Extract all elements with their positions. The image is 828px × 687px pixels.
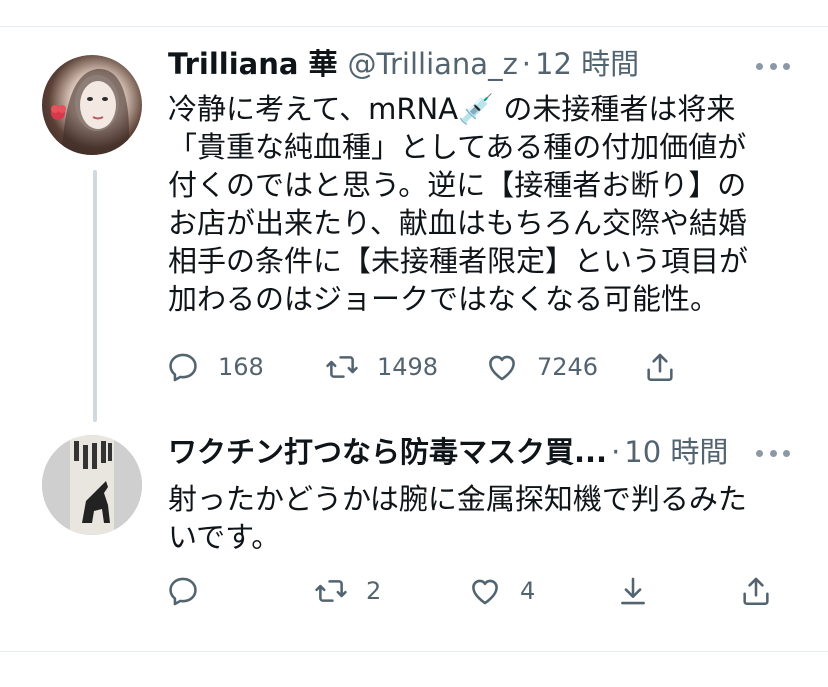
download-icon (621, 577, 645, 605)
reply-button[interactable] (166, 574, 200, 608)
display-name[interactable]: ワクチン打つなら防毒マスク買... (168, 434, 607, 470)
tweet-text-line: 「貴重な純血種」としてある種の付加価値が (168, 130, 747, 164)
timestamp[interactable]: 12 時間 (535, 46, 639, 82)
retweet-button[interactable]: 1498 (325, 350, 438, 384)
avatar[interactable] (42, 55, 142, 155)
like-button[interactable]: 7246 (485, 350, 598, 384)
share-icon (647, 353, 673, 382)
retweet-icon (315, 580, 347, 602)
avatar-talisman-icon (42, 435, 142, 535)
tweet-text: 射ったかどうかは腕に金属探知機で判るみた いです。 (168, 480, 747, 556)
tweet-text-line: 付くのではと思う。逆に【接種者お断り】の (168, 168, 747, 202)
retweet-icon (326, 356, 358, 378)
download-button[interactable] (616, 574, 650, 608)
reply-button[interactable]: 168 (166, 350, 264, 384)
share-button[interactable] (739, 574, 773, 608)
bottom-divider (0, 651, 828, 652)
like-icon (489, 355, 515, 381)
separator-dot: · (521, 47, 532, 81)
retweet-count: 2 (366, 577, 382, 605)
tweet-actions: 2 4 (0, 574, 828, 614)
top-divider (0, 26, 828, 27)
user-handle[interactable]: @Trilliana_z (348, 46, 518, 82)
share-button[interactable] (643, 350, 677, 384)
more-options-icon[interactable] (756, 447, 790, 459)
separator-dot: · (611, 435, 621, 469)
tweet-header: ワクチン打つなら防毒マスク買... · 10 時間 (168, 434, 728, 470)
tweet-text: 冷静に考えて、mRNA💉 の未接種者は将来 「貴重な純血種」としてある種の付加価… (168, 90, 748, 318)
avatar-portrait-icon (51, 68, 129, 155)
retweet-button[interactable]: 2 (314, 574, 381, 608)
display-name[interactable]: Trilliana 華 (168, 46, 338, 82)
tweet-header: Trilliana 華 @Trilliana_z · 12 時間 (168, 46, 639, 82)
tweet-text-line: 加わるのはジョークではなくなる可能性。 (168, 282, 720, 316)
tweet-text-line: 冷静に考えて、mRNA💉 の未接種者は将来 (168, 92, 736, 126)
like-count: 7246 (537, 353, 599, 381)
like-button[interactable]: 4 (468, 574, 535, 608)
timestamp[interactable]: 10 時間 (624, 434, 728, 470)
tweet-text-line: 射ったかどうかは腕に金属探知機で判るみた (168, 482, 747, 516)
more-options-icon[interactable] (756, 60, 790, 72)
like-count: 4 (520, 577, 536, 605)
tweet-text-line: お店が出来たり、献血はもちろん交際や結婚 (168, 206, 747, 240)
reply-icon (169, 353, 197, 382)
reply-count: 168 (218, 353, 264, 381)
tweet-actions: 168 1498 7246 (0, 350, 828, 390)
tweet-text-line: 相手の条件に【未接種者限定】という項目が (168, 244, 749, 278)
avatar[interactable] (42, 435, 142, 535)
share-icon (743, 577, 769, 606)
tweet-text-line: いです。 (168, 520, 281, 554)
retweet-count: 1498 (377, 353, 439, 381)
like-icon (472, 579, 498, 605)
reply-icon (169, 577, 197, 606)
